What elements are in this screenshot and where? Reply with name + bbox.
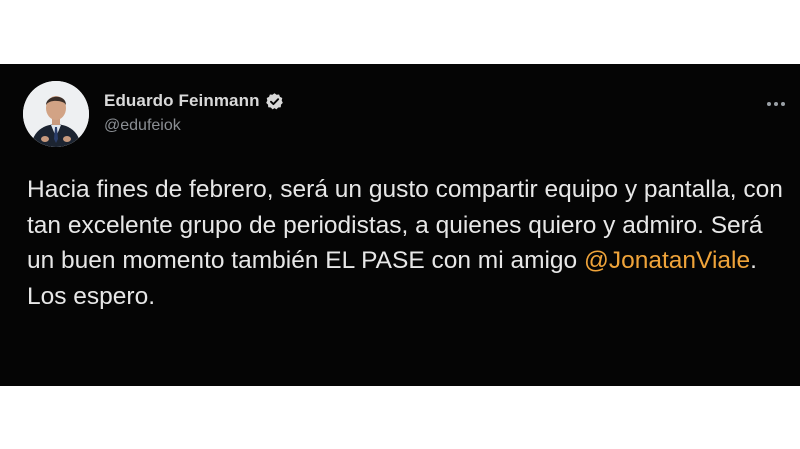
more-options-button[interactable] [762, 94, 790, 114]
name-row: Eduardo Feinmann [104, 91, 284, 111]
tweet-author: Eduardo Feinmann @edufeiok [104, 91, 284, 135]
mention-link[interactable]: @JonatanViale [584, 247, 750, 274]
more-horizontal-icon-dot [774, 102, 778, 106]
author-handle[interactable]: @edufeiok [104, 117, 284, 135]
author-display-name[interactable]: Eduardo Feinmann [104, 91, 260, 111]
tweet-text: Hacia fines de febrero, será un gusto co… [27, 172, 787, 314]
more-horizontal-icon-dot [767, 102, 771, 106]
verified-badge-icon [265, 92, 284, 111]
avatar[interactable] [23, 81, 89, 147]
tweet-card: Eduardo Feinmann @edufeiok Hacia fines d… [0, 64, 800, 386]
more-horizontal-icon-dot [781, 102, 785, 106]
avatar-photo [23, 81, 89, 147]
